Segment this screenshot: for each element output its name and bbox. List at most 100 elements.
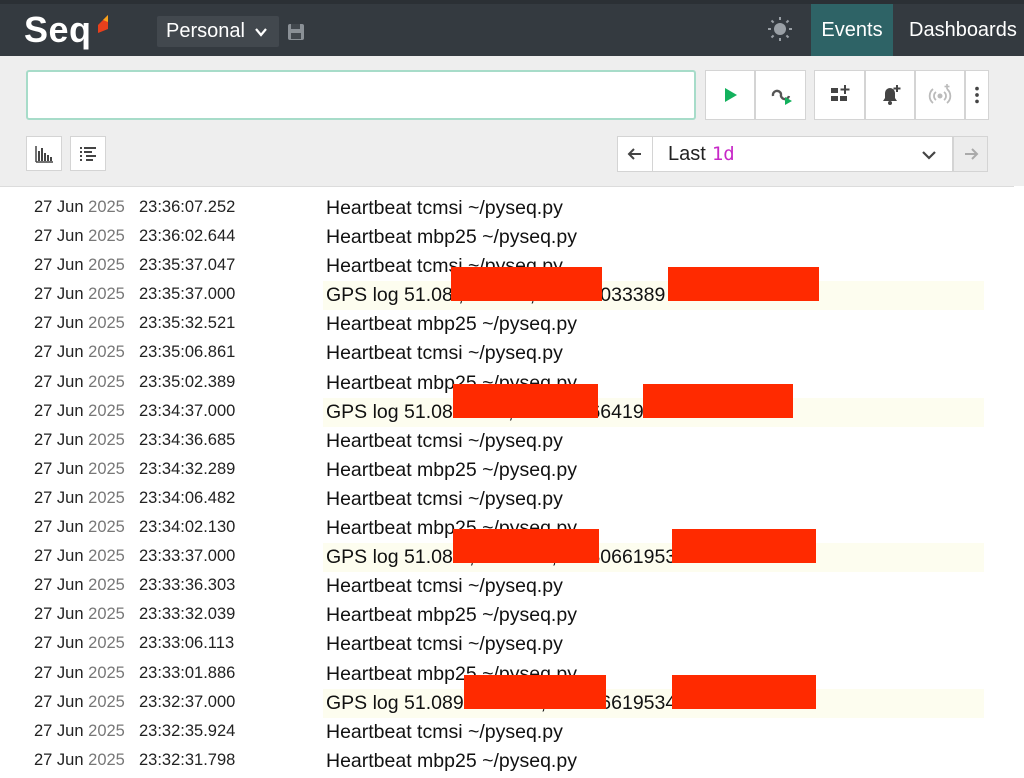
event-date: 27 Jun 2025 — [34, 198, 125, 217]
event-date: 27 Jun 2025 — [34, 605, 125, 624]
event-row[interactable]: 27 Jun 2025 23:36:07.252 Heartbeat tcmsi ~… — [0, 194, 1024, 223]
event-year: 2025 — [88, 459, 125, 478]
event-day: 27 Jun — [34, 227, 84, 246]
event-day: 27 Jun — [34, 314, 84, 333]
theme-toggle-icon[interactable] — [767, 16, 793, 42]
range-previous-button[interactable] — [617, 136, 653, 172]
event-message: Heartbeat tcmsi ~/pyseq.py — [326, 429, 563, 452]
event-list: 27 Jun 2025 23:36:07.252 Heartbeat tcmsi ~… — [0, 194, 1024, 776]
nav-events-tab[interactable]: Events — [811, 4, 893, 56]
range-value: 1d — [711, 143, 735, 165]
event-day: 27 Jun — [34, 343, 84, 362]
event-row[interactable]: 27 Jun 2025 23:35:37.000 GPS log 51.08 , -… — [0, 267, 1024, 311]
event-time: 23:32:31.798 — [139, 750, 236, 769]
event-year: 2025 — [88, 488, 125, 507]
event-message: GPS log 51.08 5, -1.164 2, 14.806619534… — [323, 543, 984, 573]
event-message: Heartbeat mbp25 ~/pyseq.py — [326, 226, 577, 249]
event-day: 27 Jun — [34, 663, 84, 682]
event-row[interactable]: 27 Jun 2025 23:33:37.000 GPS log 51.08 5, … — [0, 529, 1024, 573]
run-query-button[interactable] — [705, 70, 755, 120]
event-message: Heartbeat tcmsi ~/pyseq.py — [326, 633, 563, 656]
event-day: 27 Jun — [34, 605, 84, 624]
seq-flag-icon — [97, 15, 108, 33]
play-icon — [725, 88, 737, 102]
workspace-selector[interactable]: Personal — [157, 16, 279, 47]
event-message: Heartbeat tcmsi ~/pyseq.py — [326, 342, 563, 365]
redaction-box — [643, 383, 793, 418]
event-time: 23:33:01.886 — [139, 663, 236, 682]
event-year: 2025 — [88, 576, 125, 595]
event-time: 23:33:36.303 — [139, 576, 236, 595]
search-input[interactable] — [26, 70, 696, 120]
event-time: 23:35:32.521 — [139, 314, 236, 333]
event-message: GPS log 51.089 -1.164 2, 14.806619534… — [323, 688, 984, 718]
event-row[interactable]: 27 Jun 2025 23:36:02.644 Heartbeat mbp25 ~… — [0, 223, 1024, 252]
range-label: Last — [668, 142, 706, 165]
event-day: 27 Jun — [34, 576, 84, 595]
event-message: Heartbeat mbp25 ~/pyseq.py — [326, 749, 577, 772]
event-time: 23:34:36.685 — [139, 430, 236, 449]
date-range-selector[interactable]: Last 1d — [653, 136, 953, 172]
columns-toggle-button[interactable] — [70, 136, 106, 171]
event-row[interactable]: 27 Jun 2025 23:32:31.798 Heartbeat mbp25 ~… — [0, 747, 1024, 776]
event-row[interactable]: 27 Jun 2025 23:35:32.521 Heartbeat mbp25 ~… — [0, 310, 1024, 339]
event-year: 2025 — [88, 343, 125, 362]
event-day: 27 Jun — [34, 285, 84, 304]
event-day: 27 Jun — [34, 430, 84, 449]
scrollbar[interactable] — [1014, 186, 1024, 778]
event-year: 2025 — [88, 401, 125, 420]
event-time: 23:36:02.644 — [139, 227, 236, 246]
add-signal-button[interactable] — [814, 70, 865, 120]
nav-dashboards-tab[interactable]: Dashboards — [899, 4, 1024, 56]
event-year: 2025 — [88, 372, 125, 391]
redaction-box — [453, 529, 599, 564]
event-row[interactable]: 27 Jun 2025 23:33:36.303 Heartbeat tcmsi ~… — [0, 572, 1024, 601]
tail-button[interactable] — [755, 70, 806, 120]
event-year: 2025 — [88, 634, 125, 653]
event-row[interactable]: 27 Jun 2025 23:34:06.482 Heartbeat tcmsi ~… — [0, 485, 1024, 514]
event-message: Heartbeat tcmsi ~/pyseq.py — [326, 487, 563, 510]
event-year: 2025 — [88, 285, 125, 304]
event-row[interactable]: 27 Jun 202523:34:37.000GPS log 51.08 -1.… — [0, 383, 1024, 427]
event-year: 2025 — [88, 692, 125, 711]
event-row[interactable]: 27 Jun 2025 23:34:36.685 Heartbeat tcmsi ~… — [0, 427, 1024, 456]
broadcast-button[interactable] — [915, 70, 965, 120]
event-time: 23:35:06.861 — [139, 343, 236, 362]
workspace-label: Personal — [166, 20, 245, 42]
event-date: 27 Jun 2025 — [34, 634, 125, 653]
add-alert-button[interactable] — [865, 70, 915, 120]
event-message: Heartbeat tcmsi ~/pyseq.py — [326, 720, 563, 743]
seq-logo[interactable]: Seq — [24, 4, 110, 56]
event-year: 2025 — [88, 547, 125, 566]
event-date: 27 Jun 2025 — [34, 314, 125, 333]
redaction-box — [451, 267, 602, 302]
event-day: 27 Jun — [34, 634, 84, 653]
event-row[interactable]: 27 Jun 2025 23:32:35.924 Heartbeat tcmsi ~… — [0, 718, 1024, 747]
event-date: 27 Jun 2025 — [34, 431, 125, 450]
event-year: 2025 — [88, 314, 125, 333]
event-row[interactable]: 27 Jun 2025 23:34:32.289 Heartbeat mbp25 ~… — [0, 456, 1024, 485]
event-day: 27 Jun — [34, 401, 84, 420]
event-time: 23:33:32.039 — [139, 605, 236, 624]
event-time: 23:34:32.289 — [139, 459, 236, 478]
redaction-box — [672, 529, 816, 564]
event-year: 2025 — [88, 256, 125, 275]
brand-name: Seq — [24, 9, 92, 50]
event-date: 27 Jun 2025 — [34, 722, 125, 741]
event-message: Heartbeat mbp25 ~/pyseq.py — [326, 604, 577, 627]
save-icon[interactable] — [286, 22, 306, 42]
event-day: 27 Jun — [34, 372, 84, 391]
event-day: 27 Jun — [34, 256, 84, 275]
range-next-button[interactable] — [953, 136, 988, 172]
event-row[interactable]: 27 Jun 2025 23:33:32.039 Heartbeat mbp25 ~… — [0, 601, 1024, 630]
event-row[interactable]: 27 Jun 2025 23:32:37.000 GPS log 51.089 -1… — [0, 674, 1024, 718]
event-date: 27 Jun 2025 — [34, 664, 125, 683]
more-options-button[interactable] — [965, 70, 989, 120]
event-row[interactable]: 27 Jun 2025 23:33:06.113 Heartbeat tcmsi ~… — [0, 630, 1024, 659]
event-row[interactable]: 27 Jun 2025 23:35:06.861 Heartbeat tcmsi ~… — [0, 339, 1024, 368]
histogram-toggle-button[interactable] — [26, 136, 62, 171]
event-year: 2025 — [88, 198, 125, 216]
event-time: 23:35:37.047 — [139, 256, 236, 275]
event-message: Heartbeat mbp25 ~/pyseq.py — [326, 313, 577, 336]
arrow-left-icon — [627, 148, 641, 160]
